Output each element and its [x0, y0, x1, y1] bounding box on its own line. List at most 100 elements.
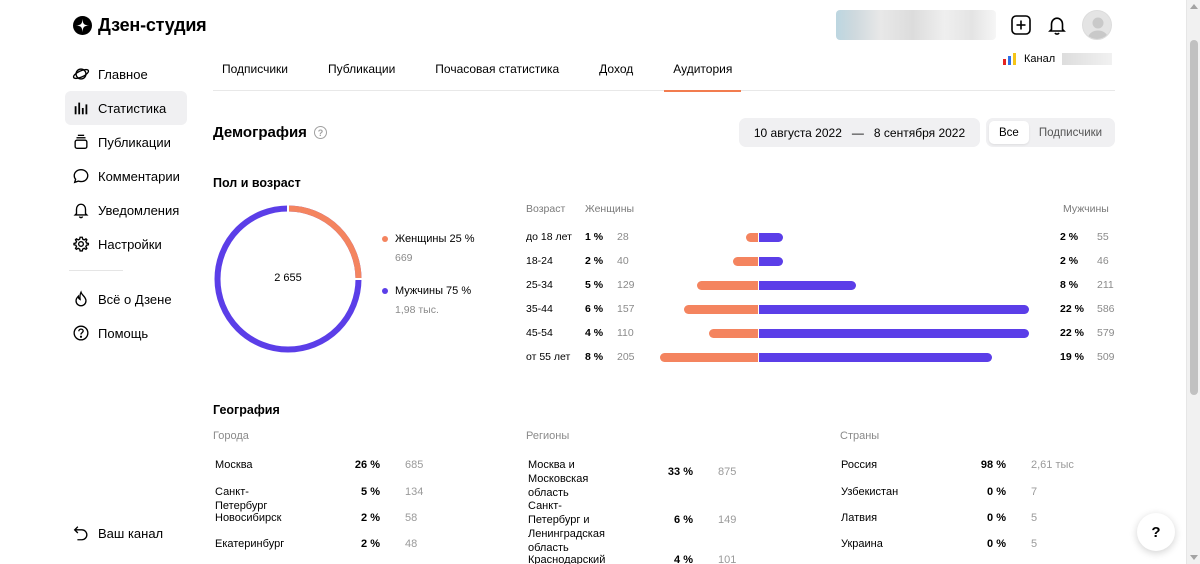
age-row: 18-24 2 % 40 2 % 46 — [526, 253, 1116, 269]
legend-female: Женщины 25 % 669 — [382, 233, 475, 264]
filter-subscribers-button[interactable]: Подписчики — [1029, 121, 1112, 144]
help-icon[interactable]: ? — [313, 126, 327, 139]
logo[interactable]: Дзен-студия — [73, 15, 207, 36]
country-pct: 98 % — [980, 459, 1006, 471]
men-count: 211 — [1097, 279, 1114, 291]
country-pct: 0 % — [987, 486, 1006, 498]
bar-separator — [758, 328, 759, 339]
country-name: Латвия — [841, 512, 878, 524]
city-pct: 2 % — [361, 512, 380, 524]
women-bar — [745, 233, 758, 242]
region-name-line: Ленинградская — [528, 528, 605, 540]
cities-title: Города — [213, 430, 249, 442]
age-row: от 55 лет 8 % 205 19 % 509 — [526, 349, 1116, 365]
region-count: 149 — [718, 514, 737, 526]
scroll-down-icon[interactable] — [1190, 555, 1198, 560]
sidebar-item-label: Всё о Дзене — [98, 291, 172, 307]
legend-female-label: Женщины 25 % — [395, 233, 475, 245]
stats-tabs: Подписчики Публикации Почасовая статисти… — [213, 51, 1115, 92]
region-name-line: Санкт-Петербург и — [528, 500, 590, 526]
comment-icon — [73, 169, 89, 184]
men-bar — [758, 353, 992, 362]
legend-female-count: 669 — [395, 252, 413, 264]
age-row: 25-34 5 % 129 8 % 211 — [526, 277, 1116, 293]
scroll-thumb[interactable] — [1190, 40, 1198, 395]
sidebar-item-label: Помощь — [98, 325, 149, 341]
sidebar-item-about-zen[interactable]: Всё о Дзене — [65, 282, 187, 316]
men-pct: 22 % — [1060, 327, 1084, 339]
sidebar-item-settings[interactable]: Настройки — [65, 227, 187, 261]
men-count: 55 — [1097, 231, 1109, 243]
help-fab-button[interactable]: ? — [1137, 513, 1175, 551]
city-count: 48 — [405, 538, 418, 550]
app-root: Дзен-студия Главное Статистика Публикаци… — [0, 0, 1186, 564]
men-bar — [758, 233, 783, 242]
bar-chart-icon — [74, 102, 88, 115]
legend-male-count: 1,98 тыс. — [395, 304, 439, 316]
sidebar-item-help[interactable]: Помощь — [65, 316, 187, 350]
city-name: Москва — [215, 459, 253, 471]
bell-icon[interactable] — [1046, 14, 1068, 36]
geography-title: География — [213, 403, 280, 417]
regions-title: Регионы — [526, 430, 570, 442]
tab-income[interactable]: Доход — [599, 51, 633, 91]
region-count: 101 — [718, 554, 737, 564]
legend-male-label: Мужчины 75 % — [395, 285, 472, 297]
user-icon — [1087, 17, 1109, 39]
region-count: 875 — [718, 466, 737, 478]
women-count: 157 — [617, 303, 635, 315]
men-pct: 2 % — [1060, 255, 1079, 267]
sidebar-item-comments[interactable]: Комментарии — [65, 159, 187, 193]
bar-separator — [758, 304, 759, 315]
men-count: 46 — [1097, 255, 1109, 267]
countries-title: Страны — [840, 430, 880, 442]
tab-hourly[interactable]: Почасовая статистика — [435, 51, 559, 91]
sidebar-item-notifications[interactable]: Уведомления — [65, 193, 187, 227]
back-arrow-icon — [73, 526, 88, 541]
filter-all-button[interactable]: Все — [989, 121, 1029, 144]
city-pct: 5 % — [361, 486, 380, 498]
age-header: Возраст — [526, 203, 566, 215]
city-count: 134 — [405, 486, 424, 498]
date-dash: — — [851, 125, 864, 140]
women-bar — [708, 329, 758, 338]
flame-icon — [75, 290, 87, 307]
your-channel-link[interactable]: Ваш канал — [72, 524, 163, 542]
age-row: до 18 лет 1 % 28 2 % 55 — [526, 229, 1116, 245]
country-name: Узбекистан — [841, 486, 899, 498]
tab-subscribers[interactable]: Подписчики — [222, 51, 288, 91]
stack-icon — [74, 134, 88, 149]
city-count: 58 — [405, 512, 418, 524]
donut-total: 2 655 — [274, 272, 302, 284]
sidebar-item-publications[interactable]: Публикации — [65, 125, 187, 159]
women-pct: 1 % — [585, 231, 604, 243]
date-to: 8 сентября 2022 — [873, 125, 966, 140]
men-bar — [758, 329, 1029, 338]
sidebar-item-statistics[interactable]: Статистика — [65, 91, 187, 125]
gear-icon — [73, 236, 90, 252]
bar-separator — [758, 280, 759, 291]
region-pct: 6 % — [674, 514, 693, 526]
page-scrollbar[interactable] — [1186, 0, 1200, 564]
women-header: Женщины — [585, 203, 635, 215]
zen-logo-icon — [73, 16, 92, 35]
gender-age-title: Пол и возраст — [213, 176, 301, 190]
city-name: Екатеринбург — [215, 538, 285, 550]
avatar[interactable] — [1082, 10, 1112, 40]
scroll-up-icon[interactable] — [1190, 4, 1198, 9]
question-icon — [73, 325, 89, 341]
date-from: 10 августа 2022 — [753, 125, 842, 140]
add-icon[interactable] — [1010, 14, 1032, 36]
country-pct: 0 % — [987, 538, 1006, 550]
city-count: 685 — [405, 459, 424, 471]
tab-audience[interactable]: Аудитория — [664, 51, 742, 92]
country-count: 7 — [1031, 486, 1038, 498]
men-pct: 2 % — [1060, 231, 1079, 243]
women-pct: 6 % — [585, 303, 604, 315]
topbar-right — [836, 10, 1112, 40]
men-count: 579 — [1097, 327, 1115, 339]
tab-publications[interactable]: Публикации — [328, 51, 395, 91]
date-range-picker[interactable]: 10 августа 2022 — 8 сентября 2022 — [739, 118, 980, 147]
sidebar-item-main[interactable]: Главное — [65, 57, 187, 91]
women-count: 110 — [617, 327, 634, 339]
